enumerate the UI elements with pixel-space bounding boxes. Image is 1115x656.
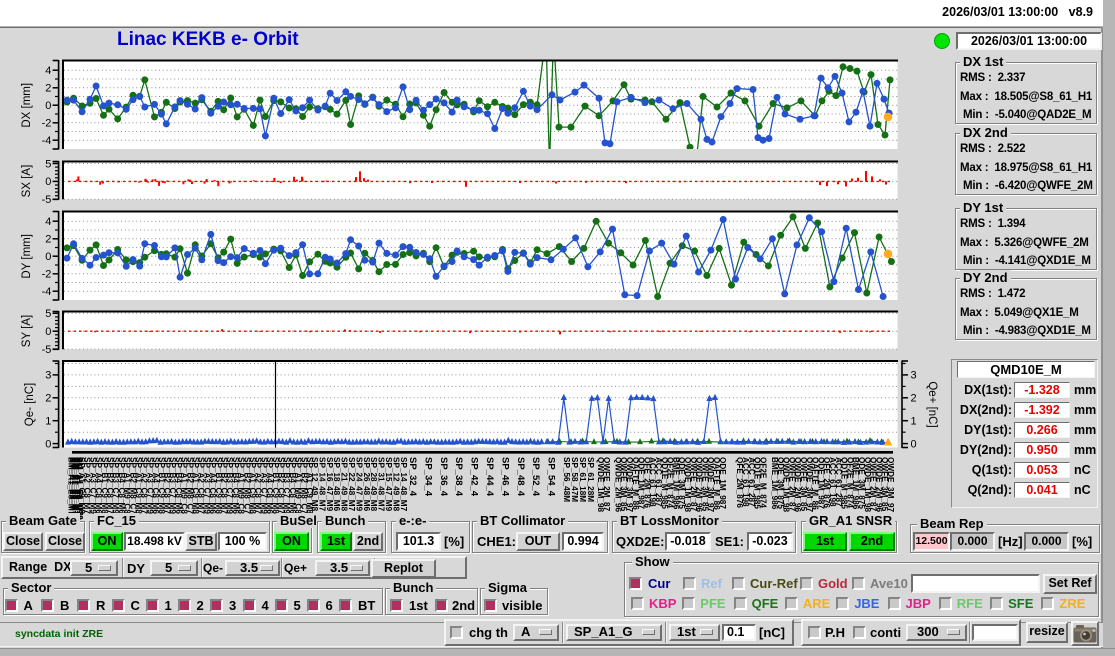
svg-text:5: 5 — [45, 308, 51, 320]
svg-text:QF2E_M_874: QF2E_M_874 — [758, 457, 767, 508]
svg-text:0: 0 — [45, 438, 51, 450]
svg-text:4: 4 — [45, 65, 51, 77]
svg-text:2: 2 — [45, 393, 51, 405]
svg-text:SP_42_4: SP_42_4 — [469, 457, 480, 497]
svg-text:4: 4 — [45, 216, 51, 228]
svg-text:0: 0 — [45, 100, 51, 112]
svg-text:QWDE_3M_97: QWDE_3M_97 — [886, 457, 895, 513]
svg-text:SP_54_4: SP_54_4 — [546, 457, 557, 497]
svg-text:-4: -4 — [42, 286, 52, 298]
svg-text:SY [A]: SY [A] — [21, 315, 33, 347]
svg-text:5: 5 — [45, 158, 51, 170]
svg-text:SP_61_18M: SP_61_18M — [578, 457, 587, 502]
svg-text:SP_36_4: SP_36_4 — [438, 457, 449, 497]
svg-text:SP_32_4: SP_32_4 — [407, 457, 418, 497]
svg-text:0: 0 — [45, 176, 51, 188]
svg-text:-4: -4 — [42, 135, 52, 147]
svg-text:3: 3 — [911, 370, 917, 382]
svg-text:-5: -5 — [42, 194, 52, 206]
svg-text:QWFE_2M_87: QWFE_2M_87 — [602, 457, 611, 512]
svg-text:SP_44_4: SP_44_4 — [484, 457, 495, 497]
svg-text:DY [mm]: DY [mm] — [21, 234, 33, 279]
svg-text:-2: -2 — [42, 269, 52, 281]
svg-text:SP_52_4: SP_52_4 — [530, 457, 541, 497]
svg-text:-2: -2 — [42, 118, 52, 130]
svg-text:SP_61_28M: SP_61_28M — [586, 457, 595, 502]
svg-text:DX [mm]: DX [mm] — [21, 83, 33, 128]
svg-text:Qe+ [nC]: Qe+ [nC] — [926, 381, 938, 427]
svg-text:3: 3 — [45, 370, 51, 382]
svg-text:SP_46_4: SP_46_4 — [499, 457, 510, 497]
svg-text:SP_56_48M: SP_56_48M — [562, 457, 571, 502]
svg-text:0: 0 — [45, 251, 51, 263]
svg-text:2: 2 — [911, 393, 917, 405]
svg-text:1: 1 — [45, 416, 51, 428]
svg-text:2: 2 — [45, 234, 51, 246]
svg-text:SX [A]: SX [A] — [21, 165, 33, 198]
svg-text:-5: -5 — [42, 344, 52, 356]
svg-text:SP_48_4: SP_48_4 — [515, 457, 526, 497]
svg-text:QDE_1M_987: QDE_1M_987 — [718, 457, 727, 509]
svg-text:0: 0 — [911, 438, 917, 450]
svg-text:SP_34_4: SP_34_4 — [422, 457, 433, 497]
svg-text:2: 2 — [45, 83, 51, 95]
svg-text:SP_58_47M: SP_58_47M — [570, 457, 579, 502]
svg-text:0: 0 — [45, 326, 51, 338]
svg-text:SP_14_48_M7: SP_14_48_M7 — [399, 457, 408, 512]
svg-text:1: 1 — [911, 416, 917, 428]
svg-text:Qe- [nC]: Qe- [nC] — [24, 383, 36, 426]
svg-text:SP_38_4: SP_38_4 — [453, 457, 464, 497]
